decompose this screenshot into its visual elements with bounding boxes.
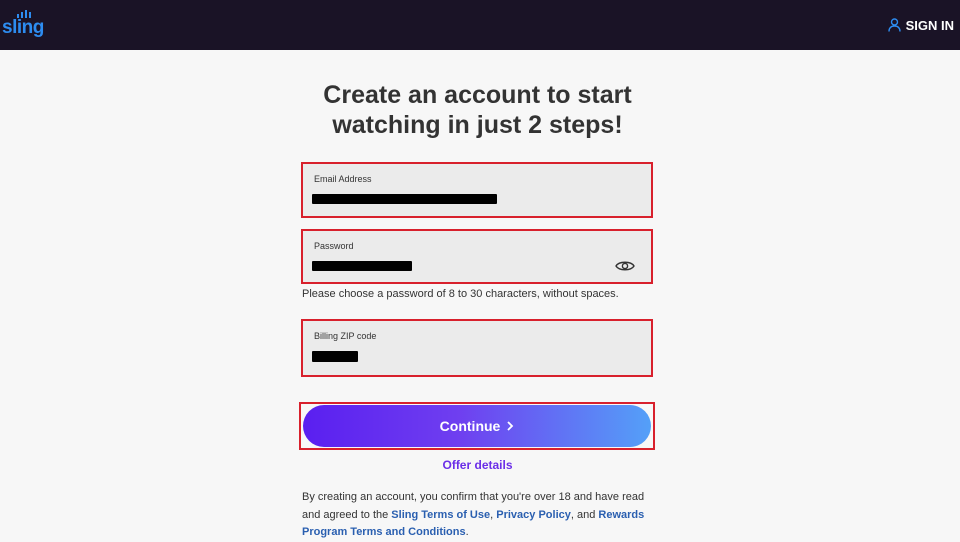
continue-button-highlight: Continue — [299, 402, 655, 450]
user-icon — [887, 18, 901, 32]
sign-in-link[interactable]: SIGN IN — [887, 17, 954, 33]
terms-of-use-link[interactable]: Sling Terms of Use — [391, 509, 490, 521]
legal-disclaimer: By creating an account, you confirm that… — [302, 489, 652, 542]
email-redacted-value — [312, 194, 497, 204]
chevron-right-icon — [507, 421, 514, 431]
password-hint: Please choose a password of 8 to 30 char… — [302, 288, 619, 300]
legal-text-4: . — [465, 526, 469, 538]
legal-text-3: , and — [570, 508, 599, 521]
page-title-line-2: watching in just 2 steps! — [332, 111, 623, 139]
zip-redacted-value — [312, 351, 358, 362]
billing-zip-label: Billing ZIP code — [314, 331, 377, 341]
page-title-line-1: Create an account to start — [323, 81, 632, 109]
email-field-label: Email Address — [314, 174, 372, 184]
sign-in-label: SIGN IN — [905, 17, 954, 33]
continue-button[interactable]: Continue — [303, 405, 651, 447]
email-field[interactable]: Email Address — [301, 162, 653, 218]
page-title: Create an account to start watching in j… — [280, 80, 675, 140]
continue-label: Continue — [439, 418, 501, 434]
password-field[interactable]: Password — [301, 229, 653, 284]
password-redacted-value — [312, 261, 412, 271]
password-field-label: Password — [314, 241, 354, 251]
billing-zip-field[interactable]: Billing ZIP code — [301, 319, 653, 377]
top-navigation-bar: sling SIGN IN — [0, 0, 960, 50]
eye-icon[interactable] — [615, 260, 635, 272]
sling-logo[interactable]: sling — [2, 9, 44, 38]
logo-text: sling — [2, 16, 44, 38]
privacy-policy-link[interactable]: Privacy Policy — [496, 509, 571, 521]
signal-waves-icon — [17, 9, 31, 18]
offer-details-link[interactable]: Offer details — [300, 458, 655, 472]
